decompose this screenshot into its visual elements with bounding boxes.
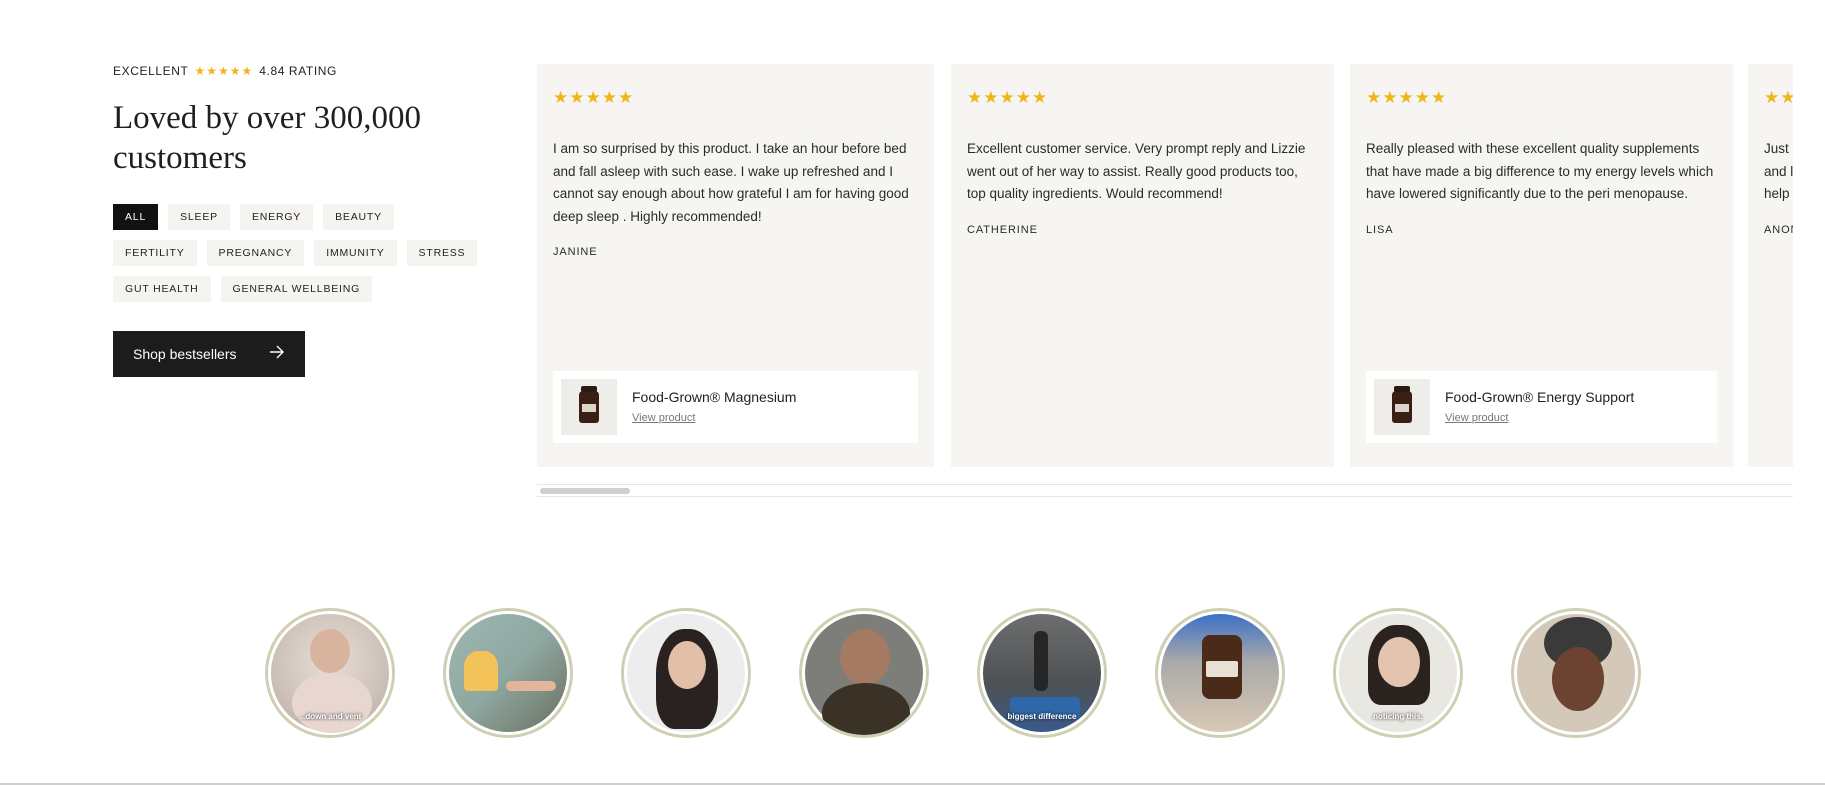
review-card: ★★★★★ Really pleased with these excellen… bbox=[1350, 64, 1733, 467]
rating-line: EXCELLENT ★★★★★ 4.84 RATING bbox=[113, 64, 493, 78]
product-name: Food-Grown® Magnesium bbox=[632, 388, 797, 405]
tag-pregnancy[interactable]: PREGNANCY bbox=[206, 240, 305, 266]
product-thumbnail[interactable] bbox=[1374, 379, 1430, 435]
video-caption: biggest difference bbox=[1007, 712, 1077, 721]
carousel-scrollbar[interactable] bbox=[537, 484, 1793, 497]
tag-energy[interactable]: ENERGY bbox=[239, 204, 314, 230]
filter-tags: ALL SLEEP ENERGY BEAUTY FERTILITY PREGNA… bbox=[113, 204, 483, 302]
review-card: ★★★★★ I am so surprised by this product.… bbox=[537, 64, 934, 467]
review-product[interactable]: Food-Grown® Magnesium View product bbox=[553, 371, 918, 443]
review-text: Just and l help bbox=[1764, 141, 1793, 201]
review-product[interactable]: Food-Grown® Energy Support View product bbox=[1366, 371, 1717, 443]
review-stars-icon: ★★★★★ bbox=[1366, 88, 1448, 107]
review-author: ANON bbox=[1764, 223, 1793, 236]
jar-icon bbox=[579, 386, 599, 423]
review-text: Excellent customer service. Very prompt … bbox=[967, 141, 1306, 201]
view-product-link[interactable]: View product bbox=[632, 412, 695, 424]
review-card: ★★★★★ Excellent customer service. Very p… bbox=[951, 64, 1334, 467]
rating-score: 4.84 RATING bbox=[259, 64, 337, 78]
review-card: ★★★★★ Just and l help ANON bbox=[1748, 64, 1793, 467]
review-text: I am so surprised by this product. I tak… bbox=[553, 141, 909, 224]
shop-bestsellers-button[interactable]: Shop bestsellers bbox=[113, 331, 305, 377]
tag-stress[interactable]: STRESS bbox=[406, 240, 478, 266]
video-thumbnail[interactable]: biggest difference bbox=[977, 608, 1107, 738]
video-thumbnail[interactable] bbox=[1511, 608, 1641, 738]
video-thumbnail[interactable]: noticing this. bbox=[1333, 608, 1463, 738]
tag-beauty[interactable]: BEAUTY bbox=[323, 204, 394, 230]
jar-icon bbox=[1392, 386, 1412, 423]
product-thumbnail[interactable] bbox=[561, 379, 617, 435]
rating-stars-icon: ★★★★★ bbox=[194, 64, 254, 78]
review-author: LISA bbox=[1366, 223, 1394, 236]
product-name: Food-Grown® Energy Support bbox=[1445, 388, 1635, 405]
arrow-right-icon bbox=[269, 345, 285, 364]
video-thumbnail[interactable]: ...down and vent bbox=[265, 608, 395, 738]
tag-immunity[interactable]: IMMUNITY bbox=[314, 240, 397, 266]
section-headline: Loved by over 300,000 customers bbox=[113, 100, 421, 176]
review-stars-icon: ★★★★★ bbox=[967, 88, 1049, 107]
video-caption: noticing this. bbox=[1373, 712, 1423, 721]
tag-gut-health[interactable]: GUT HEALTH bbox=[113, 276, 211, 302]
rating-label: EXCELLENT bbox=[113, 64, 189, 78]
tag-all[interactable]: ALL bbox=[113, 204, 159, 230]
scrollbar-thumb[interactable] bbox=[540, 488, 630, 494]
video-caption: ...down and vent bbox=[298, 712, 362, 721]
video-thumbnail[interactable] bbox=[443, 608, 573, 738]
video-thumbnail[interactable] bbox=[799, 608, 929, 738]
video-thumbnail[interactable] bbox=[1155, 608, 1285, 738]
review-author: CATHERINE bbox=[967, 223, 1038, 236]
review-stars-icon: ★★★★★ bbox=[1764, 88, 1793, 107]
video-thumbnail[interactable] bbox=[621, 608, 751, 738]
reviews-carousel[interactable]: ★★★★★ I am so surprised by this product.… bbox=[537, 64, 1793, 469]
reviews-summary: EXCELLENT ★★★★★ 4.84 RATING Loved by ove… bbox=[113, 64, 493, 377]
review-stars-icon: ★★★★★ bbox=[553, 88, 635, 107]
tag-sleep[interactable]: SLEEP bbox=[168, 204, 230, 230]
view-product-link[interactable]: View product bbox=[1445, 412, 1508, 424]
tag-general-wellbeing[interactable]: GENERAL WELLBEING bbox=[220, 276, 373, 302]
review-author: JANINE bbox=[553, 246, 598, 258]
tag-fertility[interactable]: FERTILITY bbox=[113, 240, 197, 266]
review-text: Really pleased with these excellent qual… bbox=[1366, 141, 1714, 201]
shop-bestsellers-label: Shop bestsellers bbox=[133, 346, 237, 362]
